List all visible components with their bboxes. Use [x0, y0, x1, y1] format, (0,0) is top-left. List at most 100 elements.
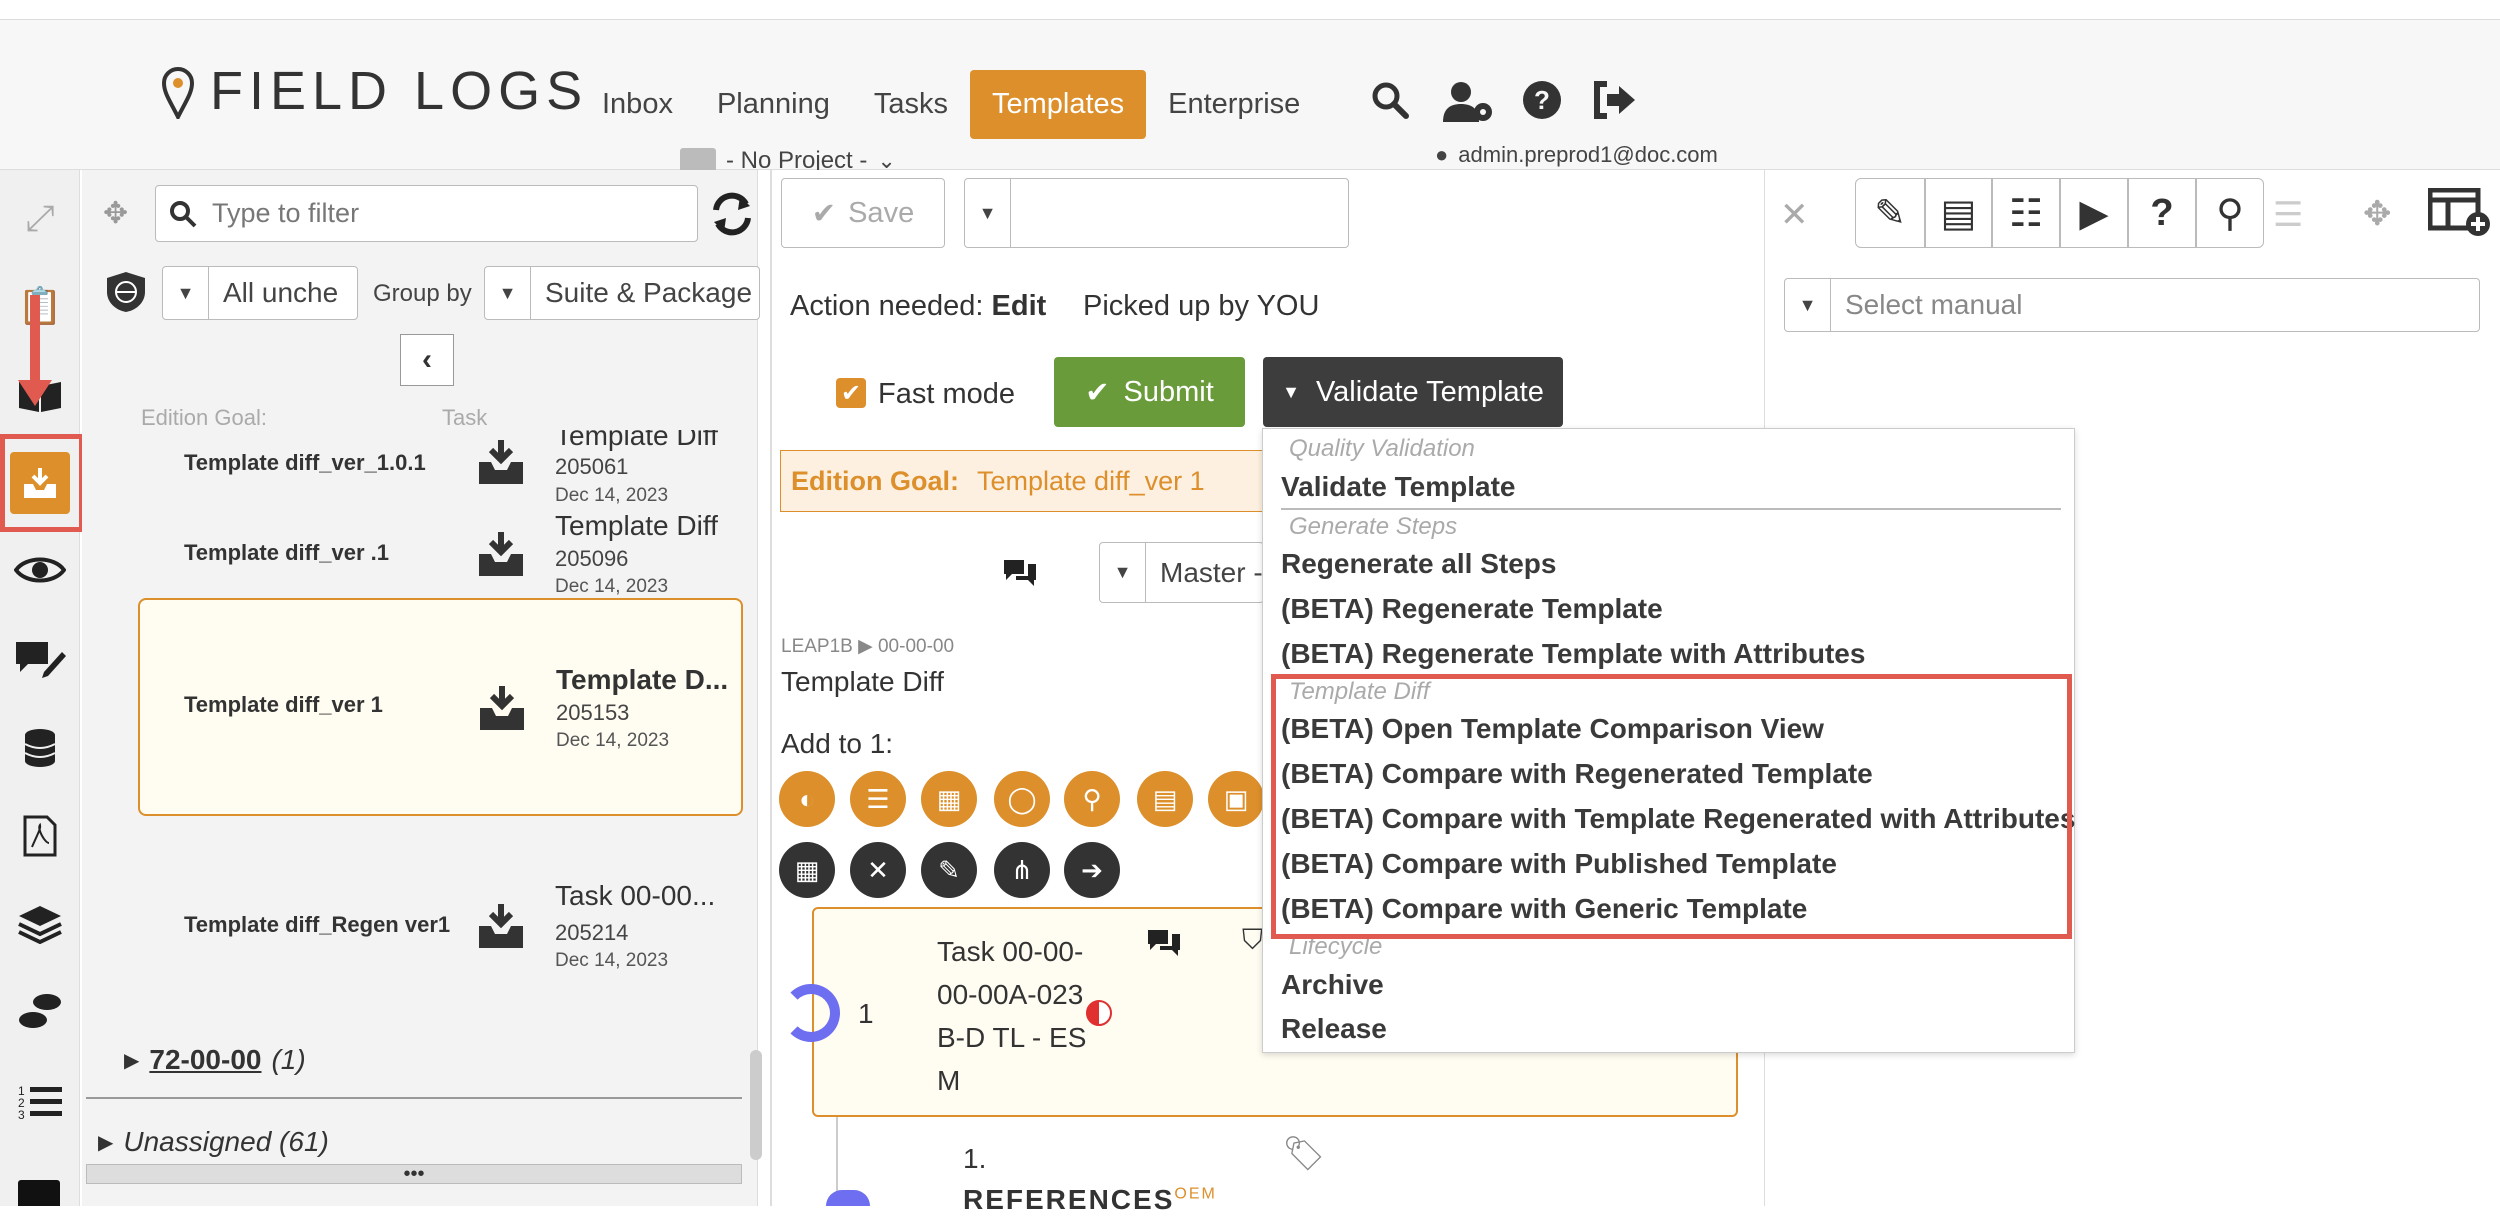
fast-mode-checkbox[interactable]: ✔ — [836, 378, 866, 408]
status-filter-value: All unche — [223, 277, 339, 308]
add-film-icon[interactable]: ▣ — [1208, 771, 1264, 827]
add-step-icon[interactable]: ◐ — [779, 771, 835, 827]
tag-icon[interactable]: 🏷 — [1282, 1134, 1325, 1174]
paperclip-icon[interactable]: ⚲ — [2196, 178, 2264, 248]
menu-item-release[interactable]: Release — [1281, 1013, 1387, 1045]
master-select[interactable]: ▼ Master - — [1099, 542, 1264, 603]
move-handle-icon[interactable]: ✥ — [103, 196, 128, 231]
group-by-select[interactable]: ▼ Suite & Package — [484, 266, 760, 320]
app-header: FIELD LOGS Inbox Planning Tasks Template… — [0, 20, 2500, 174]
menu-item-beta-regenerate-attributes[interactable]: (BETA) Regenerate Template with Attribut… — [1281, 638, 1865, 670]
eye-icon[interactable] — [14, 544, 66, 596]
select-manual-dropdown[interactable]: ▼ Select manual — [1784, 278, 2480, 332]
highlight-arrow-shaft — [30, 295, 40, 385]
shield-icon[interactable]: ⛉ — [1242, 924, 1263, 957]
nav-planning[interactable]: Planning — [695, 70, 852, 139]
add-table-icon[interactable]: ▦ — [921, 771, 977, 827]
app-logo[interactable]: FIELD LOGS — [160, 60, 588, 122]
group-72-label: 72-00-00 — [149, 1044, 262, 1075]
add-attachment-icon[interactable]: ⚲ — [1064, 771, 1120, 827]
sub-step-number: 1. — [963, 1143, 987, 1174]
nav-enterprise[interactable]: Enterprise — [1146, 70, 1322, 139]
row-edition-goal: Template diff_Regen ver1 — [184, 912, 451, 937]
play-icon[interactable]: ▶ — [2060, 178, 2128, 248]
filter-input[interactable]: Type to filter — [155, 185, 698, 242]
close-icon[interactable]: ✕ — [1780, 195, 1809, 235]
list-item[interactable]: Task 00-00... Template diff_Regen ver1 2… — [82, 870, 758, 980]
oem-tag: OEM — [1174, 1185, 1217, 1203]
chevron-left-icon: ‹ — [422, 343, 432, 376]
refresh-icon[interactable] — [708, 188, 756, 245]
row-date: Dec 14, 2023 — [556, 730, 670, 751]
row-edition-goal: Template diff_ver .1 — [184, 540, 389, 565]
row-date: Dec 14, 2023 — [555, 950, 669, 971]
list-item[interactable]: Template Diff Template diff_ver .1 20509… — [82, 508, 758, 598]
list-icon[interactable]: ☰ — [2273, 195, 2303, 235]
pencil-icon[interactable]: ✎ — [1855, 178, 1925, 248]
clipboard-check-icon[interactable]: ▤ — [1925, 178, 1992, 248]
sub-step-title-text: REFERENCES — [963, 1184, 1175, 1215]
vertical-scrollbar[interactable] — [750, 1050, 762, 1160]
comments-icon[interactable] — [1002, 558, 1038, 593]
caret-right-icon: ▶ — [124, 1049, 140, 1072]
add-edit-icon[interactable]: ✎ — [921, 842, 977, 898]
nav-inbox[interactable]: Inbox — [580, 70, 695, 139]
database-icon[interactable] — [14, 722, 66, 774]
validate-template-button[interactable]: ▼ Validate Template — [1263, 357, 1563, 427]
row-date: Dec 14, 2023 — [555, 485, 669, 505]
menu-separator — [1281, 508, 2061, 510]
footsteps-icon[interactable] — [14, 986, 66, 1038]
inbox-tray-icon[interactable] — [10, 452, 70, 514]
add-checklist-icon[interactable]: ▤ — [1137, 771, 1193, 827]
pdf-file-icon[interactable] — [14, 810, 66, 862]
list-item-selected[interactable]: Template diff_ver 1 Template D... 205153… — [138, 598, 743, 816]
checklist-icon[interactable]: ☷ — [1992, 178, 2060, 248]
menu-item-regenerate-all[interactable]: Regenerate all Steps — [1281, 548, 1556, 580]
add-share-icon[interactable]: ⋔ — [994, 842, 1050, 898]
nav-templates[interactable]: Templates — [969, 70, 1147, 139]
inbox-tray-icon — [476, 682, 528, 734]
document-title: Template Diff — [781, 666, 944, 697]
help-icon[interactable]: ? — [1522, 80, 1562, 129]
submit-button[interactable]: ✔ Submit — [1054, 357, 1245, 427]
add-tools-icon[interactable]: ✕ — [850, 842, 906, 898]
collapse-panel-button[interactable]: ‹ — [400, 334, 454, 386]
row-task-number: 205061 — [555, 454, 629, 479]
save-button[interactable]: ✔ Save — [781, 178, 945, 248]
menu-item-beta-regenerate[interactable]: (BETA) Regenerate Template — [1281, 593, 1663, 625]
menu-item-archive[interactable]: Archive — [1281, 969, 1384, 1001]
add-column-icon[interactable] — [2427, 187, 2492, 243]
check-icon: ✔ — [1085, 376, 1110, 409]
help-icon[interactable]: ? — [2128, 178, 2196, 248]
group-by-value: Suite & Package — [545, 277, 753, 308]
user-settings-icon[interactable] — [1443, 80, 1495, 133]
row-task-title: Task 00-00... — [555, 880, 716, 911]
inbox-tray-icon — [475, 528, 527, 580]
group-unassigned[interactable]: ▶ Unassigned (61) — [98, 1126, 329, 1158]
add-calculator-icon[interactable]: ▦ — [779, 842, 835, 898]
add-circle-icon[interactable]: ◯ — [994, 771, 1050, 827]
comments-icon[interactable] — [1146, 928, 1182, 963]
editor-select[interactable]: ▼ — [964, 178, 1349, 248]
horizontal-scrollbar[interactable]: ••• — [86, 1163, 742, 1185]
list-item[interactable]: Template Diff Template diff_ver_1.0.1 20… — [82, 430, 758, 505]
status-filter-select[interactable]: ▼ All unche — [162, 266, 358, 320]
shield-web-icon[interactable] — [105, 270, 147, 319]
move-handle-icon[interactable]: ✥ — [2363, 194, 2392, 234]
logout-icon[interactable] — [1593, 80, 1637, 129]
caret-down-icon: ▼ — [1785, 279, 1831, 331]
master-select-value: Master - — [1160, 556, 1263, 588]
bottom-icon-partial[interactable] — [18, 1180, 60, 1206]
group-72-00-00[interactable]: ▶ 72-00-00 (1) — [124, 1044, 306, 1076]
clipboard-icon[interactable]: 📋 — [14, 280, 66, 332]
search-icon[interactable] — [1370, 80, 1410, 129]
nav-tasks[interactable]: Tasks — [852, 70, 970, 139]
layers-icon[interactable] — [14, 898, 66, 950]
comment-edit-icon[interactable] — [14, 632, 66, 684]
add-arrow-icon[interactable]: ➔ — [1064, 842, 1120, 898]
inbox-tray-icon — [475, 436, 527, 488]
ordered-list-icon[interactable]: 123 — [14, 1076, 66, 1128]
add-list-icon[interactable]: ☰ — [850, 771, 906, 827]
menu-item-validate-template[interactable]: Validate Template — [1281, 471, 1515, 503]
expand-icon[interactable]: ⤢ — [14, 192, 66, 244]
